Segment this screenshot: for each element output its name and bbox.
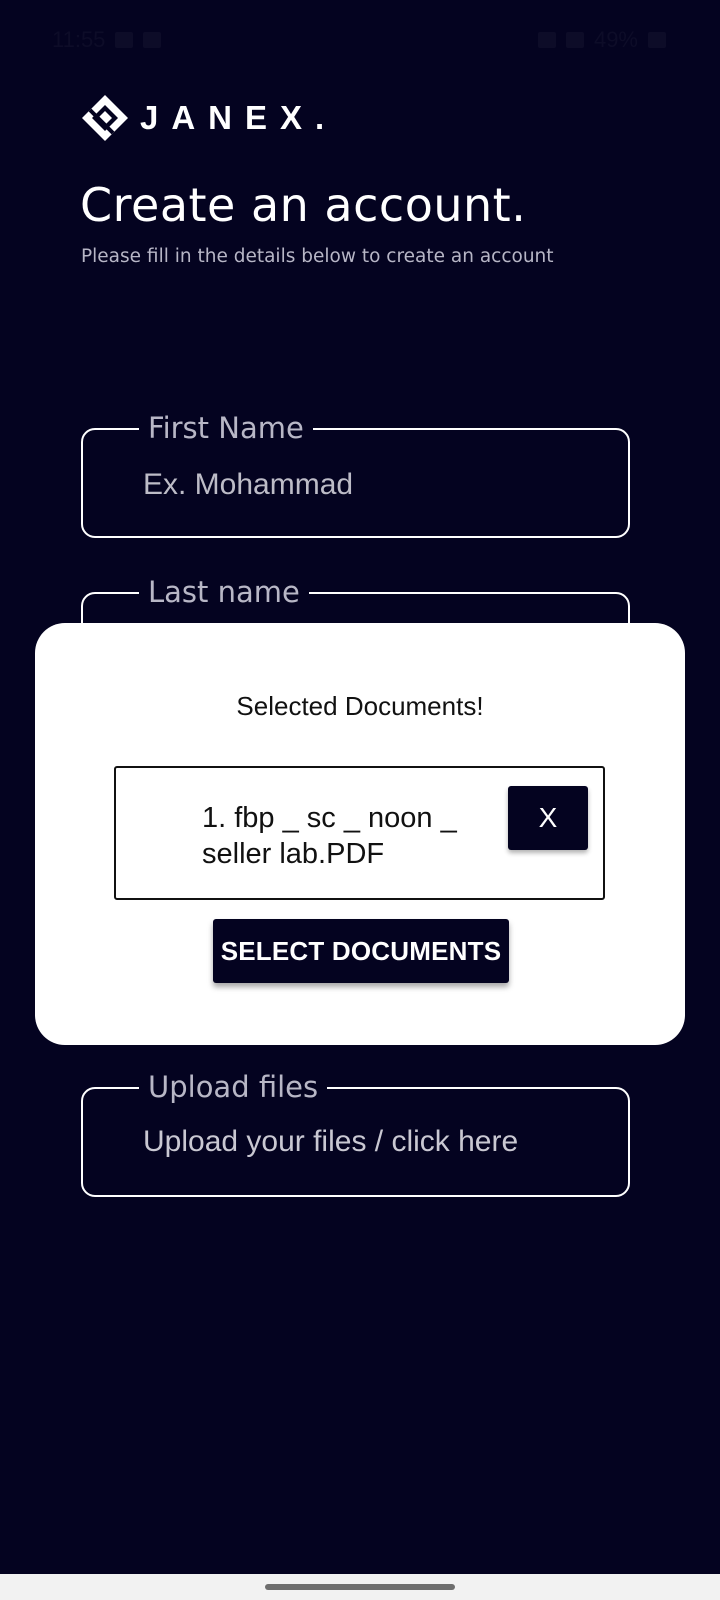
battery-level: 49% — [593, 27, 638, 52]
page-title: Create an account. — [80, 178, 527, 232]
gallery-icon — [115, 32, 134, 48]
last-name-label: Last name — [139, 574, 309, 610]
dialog-title: Selected Documents! — [236, 691, 484, 721]
document-name: 1. fbp _ sc _ noon _ seller lab.PDF — [202, 802, 457, 870]
first-name-label: First Name — [139, 410, 313, 446]
remove-document-button[interactable]: X — [508, 786, 588, 850]
document-list-item: 1. fbp _ sc _ noon _ seller lab.PDF X — [114, 766, 605, 900]
upload-files-label: Upload files — [139, 1069, 328, 1105]
status-bar-left: 11:55 — [52, 27, 162, 53]
system-navigation-bar — [0, 1574, 720, 1600]
page-subtitle: Please fill in the details below to crea… — [81, 246, 554, 267]
wifi-icon — [537, 32, 556, 48]
signal-icon — [565, 32, 584, 48]
status-time: 11:55 — [52, 27, 106, 52]
janex-diamond-logo-icon — [82, 95, 128, 141]
brand-name: JANEX. — [140, 99, 338, 136]
notification-icon — [143, 32, 162, 48]
status-bar-right: 49% — [537, 27, 666, 53]
status-bar: 11:55 49% — [0, 0, 720, 80]
select-documents-button[interactable]: SELECT DOCUMENTS — [213, 919, 509, 983]
selected-documents-dialog: Selected Documents! 1. fbp _ sc _ noon _… — [35, 623, 685, 1045]
battery-icon — [648, 32, 666, 48]
first-name-input[interactable] — [143, 468, 613, 502]
upload-files-field[interactable]: Upload files Upload your files / click h… — [81, 1069, 630, 1197]
upload-files-placeholder[interactable]: Upload your files / click here — [143, 1125, 518, 1159]
brand-logo: JANEX. — [80, 93, 337, 143]
first-name-field[interactable]: First Name — [81, 410, 630, 538]
home-gesture-handle[interactable] — [265, 1584, 455, 1590]
